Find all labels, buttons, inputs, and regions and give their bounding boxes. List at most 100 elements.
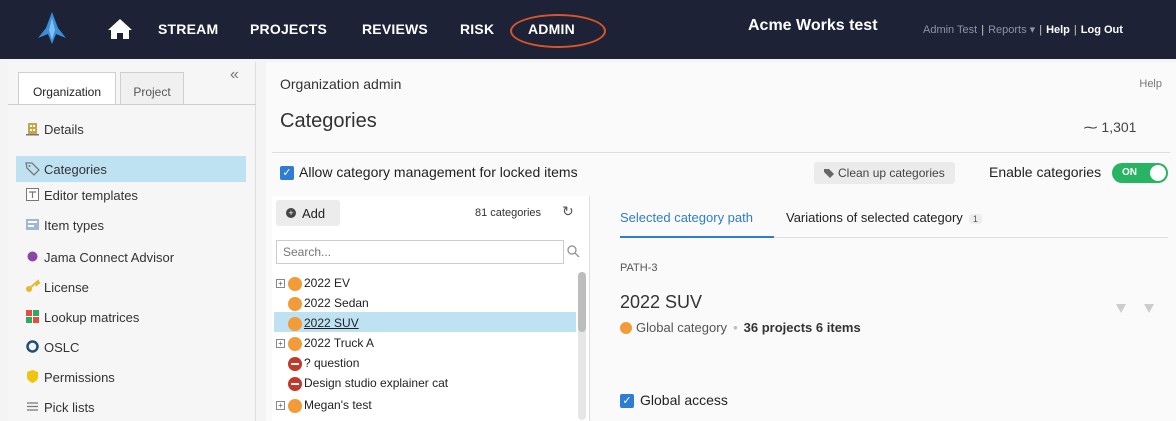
advisor-icon <box>27 251 38 262</box>
tab-selected-category-path[interactable]: Selected category path <box>620 210 753 225</box>
allow-locked-label: Allow category management for locked ite… <box>299 164 578 180</box>
globe-icon <box>288 277 302 291</box>
tree-row-2022-truck-a[interactable]: + 2022 Truck A <box>272 332 572 352</box>
add-category-button[interactable]: + Add <box>276 200 340 226</box>
nav-reviews[interactable]: REVIEWS <box>362 21 428 37</box>
globe-icon <box>288 317 302 331</box>
tab-divider <box>8 104 256 105</box>
sidebar-item-label: Lookup matrices <box>44 310 140 325</box>
tree-row-design-studio[interactable]: Design studio explainer cat <box>272 372 572 392</box>
enable-categories-label: Enable categories <box>989 164 1102 180</box>
sidebar-item-label: Details <box>44 122 84 137</box>
tab-project[interactable]: Project <box>120 72 184 104</box>
sidebar-item-license[interactable]: License <box>16 274 246 300</box>
app-title: Acme Works test <box>748 17 878 34</box>
category-count: 81 categories <box>475 207 542 219</box>
sidebar-item-item-types[interactable]: Item types <box>16 212 246 238</box>
template-icon <box>26 188 39 201</box>
expand-icon[interactable]: + <box>276 339 285 348</box>
activity-count: 1,301 <box>1101 119 1137 135</box>
path-id: PATH-3 <box>620 262 658 274</box>
activity-counter[interactable]: ⁓ 1,301 <box>1066 112 1154 142</box>
stop-icon <box>288 357 302 371</box>
oslc-icon <box>26 340 39 353</box>
scrollbar-thumb[interactable] <box>578 272 586 332</box>
expand-icon[interactable]: + <box>276 401 285 410</box>
tree-row-label: Design studio explainer cat <box>304 376 449 390</box>
tree-row-question[interactable]: ? question <box>272 352 572 372</box>
item-types-icon <box>26 219 39 230</box>
separator: | <box>1039 24 1043 36</box>
reports-menu[interactable]: Reports <box>988 24 1027 36</box>
toggle-on-text: ON <box>1122 167 1137 178</box>
refresh-icon[interactable]: ↻ <box>562 203 574 220</box>
sidebar-item-lookup-matrices[interactable]: Lookup matrices <box>16 304 246 330</box>
sidebar-item-label: Pick lists <box>44 400 95 415</box>
sidebar-item-pick-lists[interactable]: Pick lists <box>16 394 246 420</box>
category-search-input[interactable] <box>276 240 564 264</box>
dot-separator: • <box>733 320 738 335</box>
user-menu[interactable]: Admin Test <box>923 24 977 36</box>
help-link[interactable]: Help <box>1139 78 1162 90</box>
tab-organization[interactable]: Organization <box>18 72 116 105</box>
tree-scrollbar[interactable] <box>578 272 586 420</box>
tab-variations-label: Variations of selected category <box>786 210 963 225</box>
category-detail-panel: Selected category path Variations of sel… <box>602 196 1170 421</box>
collapse-icon[interactable]: « <box>230 66 239 84</box>
enable-categories-toggle[interactable]: ON <box>1112 163 1168 183</box>
category-scope: Global category <box>636 320 728 335</box>
tree-row-label: 2022 EV <box>304 276 351 290</box>
tree-row-label: Megan's test <box>304 398 372 412</box>
sidebar-item-jama-connect-advisor[interactable]: Jama Connect Advisor <box>16 244 246 270</box>
category-tree-panel: + Add 81 categories ↻ + 2022 EV 2022 Sed… <box>272 196 590 421</box>
home-icon[interactable] <box>107 18 133 40</box>
item-count: 6 items <box>815 320 861 335</box>
category-name: 2022 SUV <box>620 292 703 312</box>
sidebar-item-permissions[interactable]: Permissions <box>16 364 246 390</box>
key-icon <box>26 279 40 292</box>
project-count: 36 projects <box>743 320 813 335</box>
variations-count-badge: 1 <box>968 214 982 224</box>
sidebar-item-label: Permissions <box>44 370 115 385</box>
logout-link[interactable]: Log Out <box>1081 24 1123 36</box>
category-meta: Global category • 36 projects 6 items <box>620 320 861 335</box>
tree-row-2022-suv[interactable]: 2022 SUV <box>274 312 576 332</box>
search-icon[interactable] <box>566 244 580 258</box>
nav-stream[interactable]: STREAM <box>158 21 218 37</box>
tree-row-label: 2022 Truck A <box>304 336 375 350</box>
sidebar-item-categories[interactable]: Categories <box>16 156 246 182</box>
top-nav: STREAM PROJECTS REVIEWS RISK ADMIN Acme … <box>0 0 1176 59</box>
user-links: Admin Test | Reports ▾ | Help | Log Out <box>923 23 1123 36</box>
chevron-down-icon[interactable]: ▾ <box>1030 24 1036 36</box>
list-icon <box>27 402 38 411</box>
tree-row-label: 2022 Sedan <box>304 296 369 310</box>
tree-row-2022-sedan[interactable]: 2022 Sedan <box>272 292 572 312</box>
globe-icon <box>288 399 302 413</box>
nav-projects[interactable]: PROJECTS <box>250 21 327 37</box>
page-title: Categories <box>280 110 377 132</box>
sidebar-item-editor-templates[interactable]: Editor templates <box>16 182 246 208</box>
sidebar-item-details[interactable]: Details <box>16 116 246 142</box>
tag-icon <box>824 169 834 178</box>
allow-locked-checkbox[interactable]: ✓ <box>280 166 294 180</box>
tree-row-label: 2022 SUV <box>304 316 359 330</box>
toggle-knob <box>1150 165 1166 181</box>
stop-icon <box>288 377 302 391</box>
building-icon <box>26 123 39 136</box>
separator: | <box>981 24 985 36</box>
nav-risk[interactable]: RISK <box>460 21 494 37</box>
add-label: Add <box>302 206 326 221</box>
sidebar-item-oslc[interactable]: OSLC <box>16 334 246 360</box>
admin-highlight-ring <box>510 14 606 48</box>
tree-row-megans-test[interactable]: + Megan's test <box>272 394 572 414</box>
jama-logo-icon[interactable] <box>34 10 70 48</box>
global-access-label: Global access <box>640 392 728 408</box>
global-access-checkbox[interactable]: ✓ <box>620 394 634 408</box>
expand-icon[interactable]: + <box>276 279 285 288</box>
clean-up-categories-button[interactable]: Clean up categories <box>814 162 955 184</box>
tree-row-2022-ev[interactable]: + 2022 EV <box>272 272 572 292</box>
shield-icon <box>27 370 38 383</box>
move-down-icons[interactable] <box>1114 302 1160 316</box>
tab-variations[interactable]: Variations of selected category 1 <box>786 210 982 225</box>
help-link[interactable]: Help <box>1046 24 1070 36</box>
